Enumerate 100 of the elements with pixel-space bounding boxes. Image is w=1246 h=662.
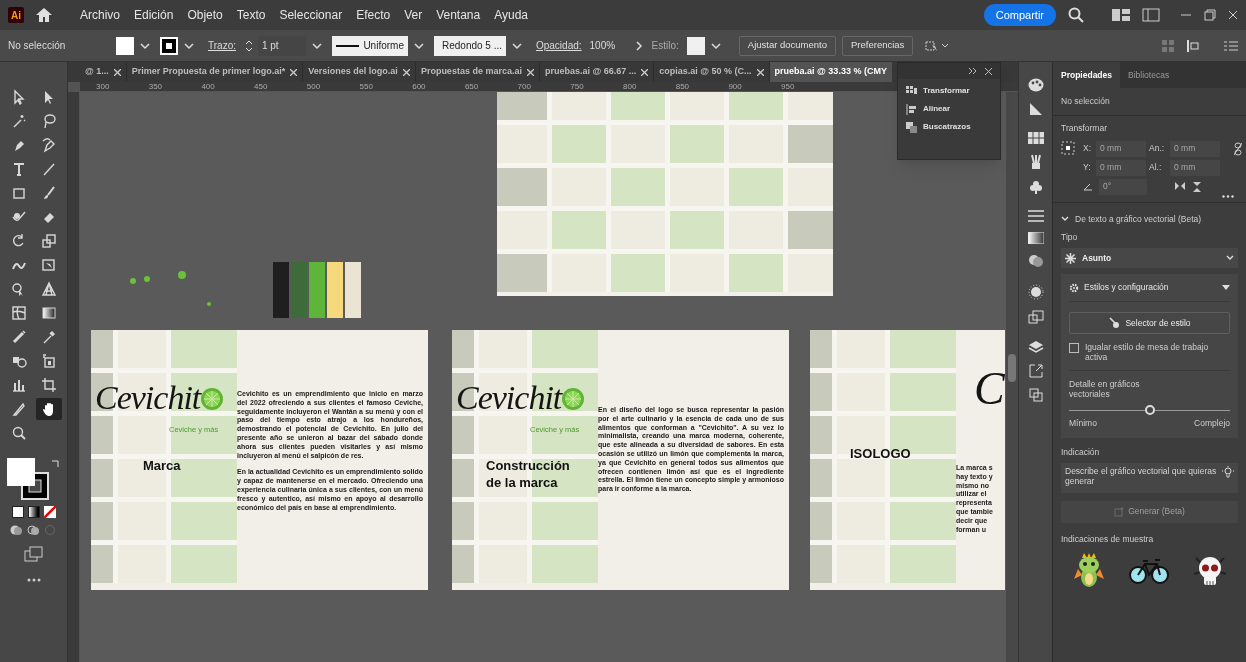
export-icon[interactable]	[1028, 364, 1043, 378]
more-icon[interactable]	[1222, 194, 1234, 198]
transparency-icon[interactable]	[1027, 254, 1044, 268]
angle-field[interactable]: 0°	[1099, 178, 1147, 195]
selection-status: No selección	[1053, 88, 1246, 116]
close-icon[interactable]	[402, 68, 410, 76]
sun-icon[interactable]	[1027, 284, 1044, 300]
ruler-label: 400	[201, 82, 215, 92]
draw-behind-icon[interactable]	[27, 524, 40, 536]
toolbar-button[interactable]: Ajustar documento	[738, 35, 836, 56]
fill-stroke-swatch[interactable]	[6, 458, 49, 500]
stroke-profile-dropdown[interactable]: Uniforme	[331, 35, 408, 56]
close-icon[interactable]	[113, 68, 121, 76]
collapse-icon[interactable]	[969, 68, 977, 74]
field-label: Al.:	[1149, 161, 1163, 174]
lightbulb-icon[interactable]	[1222, 465, 1234, 478]
artboards-icon[interactable]	[1028, 388, 1043, 402]
align-icon[interactable]	[1186, 38, 1200, 53]
input-field[interactable]: 0 mm	[1170, 140, 1220, 157]
scrollbar[interactable]	[1006, 92, 1018, 662]
type-dropdown[interactable]: Asunto	[1061, 248, 1238, 268]
gradient-triangle-icon[interactable]	[1028, 102, 1043, 116]
section-title[interactable]: De texto a gráfico vectorial (Beta)	[1075, 212, 1202, 226]
slider-max-label: Complejo	[1194, 417, 1230, 430]
section-title[interactable]: Estilos y configuración	[1084, 281, 1217, 294]
spinner-icon[interactable]	[243, 38, 254, 53]
checkbox[interactable]	[1069, 343, 1079, 353]
panel-menu-item[interactable]: Alinear	[923, 103, 951, 115]
style-swatch[interactable]	[686, 36, 705, 55]
panel-tab[interactable]: Propiedades	[1053, 62, 1121, 88]
stroke-weight-field[interactable]: 1 pt	[257, 35, 306, 56]
brush-dropdown[interactable]: Redondo 5 ...	[433, 35, 506, 56]
close-icon[interactable]	[526, 68, 534, 76]
club-icon[interactable]	[1028, 180, 1043, 194]
search-icon[interactable]	[1068, 7, 1084, 23]
close-icon[interactable]	[756, 68, 764, 76]
stroke-lines-icon[interactable]	[1027, 210, 1044, 222]
lime-icon	[201, 388, 224, 410]
panel-tab[interactable]: Bibliotecas	[1120, 62, 1178, 88]
link-icon[interactable]	[1234, 141, 1242, 156]
menu-item[interactable]: Efecto	[356, 6, 391, 24]
stroke-swatch[interactable]	[160, 36, 178, 55]
more-icon[interactable]	[26, 578, 41, 582]
flip-horizontal-icon[interactable]	[1175, 181, 1185, 190]
palette-icon[interactable]	[1027, 78, 1044, 92]
panel-menu-item[interactable]: Transformar	[923, 85, 970, 97]
menu-item[interactable]: Ayuda	[494, 6, 529, 24]
draw-normal-icon[interactable]	[10, 524, 23, 536]
stroke-label[interactable]: Trazo:	[208, 38, 236, 53]
dragon-drawing[interactable]	[1073, 553, 1104, 590]
close-icon[interactable]	[1228, 10, 1238, 20]
field-label: Y:	[1083, 161, 1092, 174]
input-field[interactable]: 0 mm	[1096, 140, 1146, 157]
fill-swatch[interactable]	[116, 36, 134, 55]
slider-min-label: Mínimo	[1069, 417, 1097, 430]
close-icon[interactable]	[985, 67, 992, 75]
hand-icon[interactable]	[35, 398, 62, 420]
brushes-icon[interactable]	[1028, 154, 1043, 170]
input-field[interactable]: 0 mm	[1170, 159, 1220, 176]
close-icon[interactable]	[290, 68, 298, 76]
share-button[interactable]: Compartir	[983, 4, 1056, 26]
menu-item[interactable]: Archivo	[80, 6, 120, 24]
list-icon[interactable]	[1224, 39, 1238, 52]
gradient-mode-button[interactable]	[27, 506, 40, 518]
slider[interactable]	[1069, 405, 1230, 415]
menu-item[interactable]: Texto	[236, 6, 266, 24]
input-field[interactable]: 0 mm	[1096, 159, 1146, 176]
color-mode-button[interactable]	[11, 506, 24, 518]
bicycle-icon[interactable]	[1128, 558, 1169, 585]
layers-icon[interactable]	[1027, 340, 1044, 354]
gradient-icon[interactable]	[1027, 232, 1044, 244]
document-tab[interactable]: prueba.ai @ 33.33 % (CMY	[769, 62, 892, 82]
close-icon[interactable]	[641, 68, 649, 76]
app-logo[interactable]: Ai	[8, 7, 24, 23]
flip-vertical-icon[interactable]	[1193, 181, 1201, 192]
none-mode-button[interactable]	[43, 506, 56, 518]
swatches-icon[interactable]	[1027, 132, 1044, 144]
ruler-label: 950	[781, 82, 795, 92]
panel-layout-icon[interactable]	[1142, 8, 1160, 22]
swap-icon[interactable]	[50, 458, 61, 468]
prompt-field[interactable]: Describe el gráfico vectorial que quieras generar	[1061, 462, 1238, 493]
symbol-icon[interactable]	[1027, 310, 1044, 324]
panel-menu-item[interactable]: Buscatrazos	[923, 121, 971, 133]
restore-icon[interactable]	[1204, 9, 1216, 21]
reference-point-icon[interactable]	[1061, 140, 1075, 155]
slider-thumb[interactable]	[1144, 405, 1155, 415]
style-picker-button[interactable]: Selector de estilo	[1069, 312, 1230, 334]
menu-item[interactable]: Objeto	[187, 6, 223, 24]
opacity-label[interactable]: Opacidad:	[535, 38, 582, 53]
screen-mode-icon[interactable]	[23, 546, 44, 562]
home-icon[interactable]	[36, 8, 52, 22]
workspace-icon[interactable]	[1112, 9, 1130, 21]
menu-item[interactable]: Ventana	[436, 6, 481, 24]
toolbar-button[interactable]: Preferencias	[842, 35, 914, 56]
menu-item[interactable]: Ver	[404, 6, 423, 24]
menu-item[interactable]: Seleccionar	[279, 6, 343, 24]
opacity-field[interactable]: 100%	[589, 38, 630, 53]
menu-item[interactable]: Edición	[134, 6, 174, 24]
dropdown-triangle-icon[interactable]	[1222, 285, 1230, 290]
chevron-right-icon[interactable]	[633, 39, 644, 52]
